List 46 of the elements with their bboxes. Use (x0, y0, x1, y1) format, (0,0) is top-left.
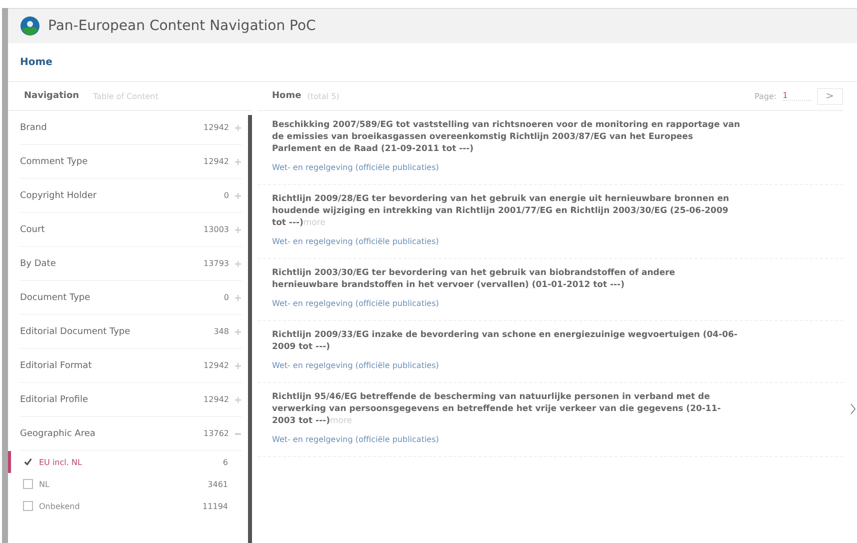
checkbox[interactable] (23, 501, 33, 511)
source-link[interactable]: Wet- en regelgeving (officiële publicaties) (272, 435, 439, 444)
facet-option-count: 3461 (208, 480, 228, 488)
scrollbar[interactable] (248, 115, 252, 543)
facet-row[interactable]: Geographic Area 13762 (20, 417, 242, 451)
facet-option-label[interactable]: Onbekend (39, 502, 80, 510)
page-field[interactable]: 1 (782, 91, 811, 101)
page-label: Page: (754, 92, 777, 100)
panel-title: Home (272, 91, 302, 101)
facet-row[interactable]: Copyright Holder 0 (20, 179, 242, 213)
source-link[interactable]: Wet- en regelgeving (officiële publicaties) (272, 163, 439, 172)
facet-option-label[interactable]: NL (39, 480, 50, 488)
facet-option-count: 6 (222, 458, 228, 466)
expand-icon (234, 124, 242, 132)
result-title[interactable]: Beschikking 2007/589/EG tot vaststelling van richtsnoeren voor de monitoring en rapportage van de emissies van broeikasgassen overeenkomstig Richtlijn 2003/87/EG van het Europees Parlement en de Raad (21-09-2011 tot ---) (272, 119, 742, 155)
expand-icon (234, 294, 242, 302)
facet-row[interactable]: Editorial Document Type 348 (20, 315, 242, 349)
expand-icon (234, 328, 242, 336)
globe-logo-icon (20, 16, 40, 36)
facet-row[interactable]: Editorial Format 12942 (20, 349, 242, 383)
expand-icon (234, 396, 242, 404)
facet-row[interactable]: Brand 12942 (20, 111, 242, 145)
facet-row[interactable]: By Date 13793 (20, 247, 242, 281)
facet-row[interactable]: Editorial Profile 12942 (20, 383, 242, 417)
source-link[interactable]: Wet- en regelgeving (officiële publicaties) (272, 237, 439, 246)
checkbox[interactable] (23, 479, 33, 489)
facet-row[interactable]: Comment Type 12942 (20, 145, 242, 179)
checked-checkbox[interactable] (23, 457, 33, 467)
result-title[interactable]: Richtlijn 2003/30/EG ter bevordering van het gebruik van biobrandstoffen of andere hernieuwbare brandstoffen in het vervoer (vervallen) (01-01-2012 tot ---) (272, 267, 742, 291)
panel-title: Navigation (24, 91, 80, 101)
expand-icon (234, 226, 242, 234)
breadcrumb-link[interactable]: Home (20, 56, 52, 68)
source-link[interactable]: Wet- en regelgeving (officiële publicaties) (272, 361, 439, 370)
facet-option-count: 11194 (202, 502, 228, 510)
chevron-right-icon[interactable] (849, 402, 857, 416)
expand-icon (234, 362, 242, 370)
next-page-button[interactable]: > (816, 88, 843, 104)
facet-option-label[interactable]: EU incl. NL (39, 458, 82, 466)
expand-icon (234, 158, 242, 166)
facet-row[interactable]: Court 13003 (20, 213, 242, 247)
app-title: Pan-European Content Navigation PoC (48, 18, 316, 34)
expand-icon (234, 260, 242, 268)
result-title[interactable]: Richtlijn 2009/33/EG inzake de bevordering van schone en energiezuinige wegvoertuigen (04-06-2009 tot ---) (272, 329, 742, 353)
source-link[interactable]: Wet- en regelgeving (officiële publicaties) (272, 299, 439, 308)
expand-icon (234, 192, 242, 200)
facet-row[interactable]: Document Type 0 (20, 281, 242, 315)
